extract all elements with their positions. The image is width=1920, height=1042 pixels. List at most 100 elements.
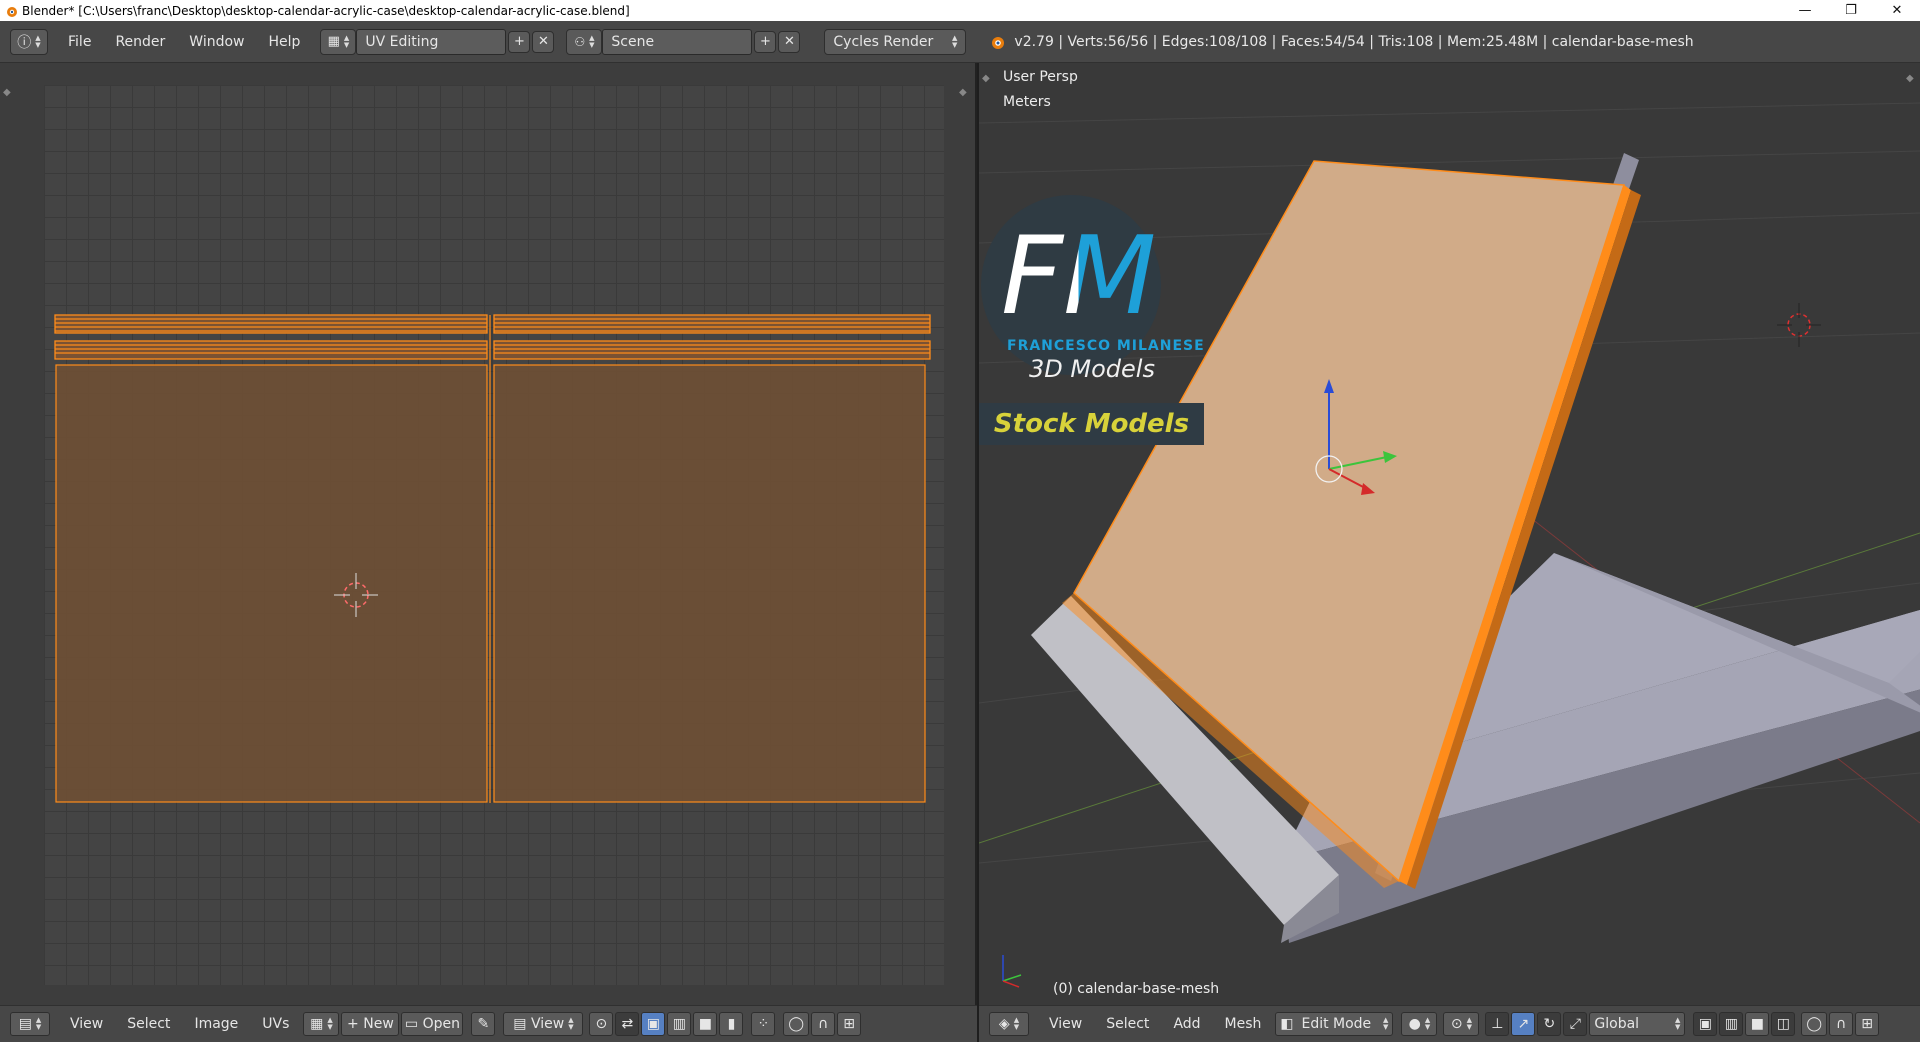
scene-name-field[interactable]: Scene xyxy=(602,28,753,55)
folder-icon: ▭ xyxy=(404,1016,419,1032)
logo-author: FRANCESCO MILANESE xyxy=(1007,338,1205,354)
menu-render[interactable]: Render xyxy=(103,34,177,50)
select-face-button[interactable]: ■ xyxy=(693,1012,718,1036)
uv-menu-image[interactable]: Image xyxy=(182,1016,250,1032)
snap-target-dropdown[interactable]: ⊞ xyxy=(837,1012,862,1036)
image-browse-button[interactable]: ▦ ▲ ▼ xyxy=(303,1012,340,1036)
menu-help[interactable]: Help xyxy=(256,34,312,50)
updown-arrows-icon: ▲ ▼ xyxy=(327,1016,333,1031)
sticky-mode-dropdown[interactable]: ⁘ xyxy=(751,1012,776,1036)
logo-banner-text: Stock Models xyxy=(993,409,1190,439)
uv-menu-view[interactable]: View xyxy=(58,1016,115,1032)
3d-view-header: ◈ ▲ ▼ View Select Add Mesh ◧ Edit Mode ▲ ▼ ● ▲… xyxy=(979,1005,1920,1042)
manipulator-icon: ⊥ xyxy=(1491,1016,1504,1032)
menu-file[interactable]: File xyxy=(56,34,103,50)
scene-stats: v2.79 | Verts:56/56 | Edges:108/108 | Fa… xyxy=(1014,33,1694,50)
uv-menu-uvs[interactable]: UVs xyxy=(250,1016,301,1032)
blender-logo-icon xyxy=(992,36,1005,49)
image-icon: ▦ xyxy=(310,1016,324,1032)
updown-arrows-icon: ▲ ▼ xyxy=(1424,1016,1431,1031)
select-edge-button[interactable]: ▥ xyxy=(667,1012,692,1036)
sync-icon: ⇄ xyxy=(621,1016,634,1032)
maximize-button[interactable]: ❐ xyxy=(1828,0,1874,21)
pivot-point-dropdown[interactable]: ⊙ ▲ ▼ xyxy=(1443,1012,1480,1036)
face-select-mode-button[interactable]: ■ xyxy=(1745,1012,1770,1036)
snap-toggle[interactable]: ∩ xyxy=(811,1012,836,1036)
island-select-icon: ▮ xyxy=(727,1016,736,1032)
render-engine-dropdown[interactable]: Cycles Render ▲ ▼ xyxy=(824,28,967,55)
info-header: ⓘ ▲ ▼ File Render Window Help ▦ ▲ ▼ UV Editi… xyxy=(0,21,1920,63)
sticky-icon: ⁘ xyxy=(757,1016,770,1032)
edge-select-icon: ▥ xyxy=(672,1016,687,1032)
orientation-label: Global xyxy=(1594,1016,1640,1032)
add-scene-button[interactable]: + xyxy=(754,30,777,53)
open-image-label: Open xyxy=(422,1016,460,1032)
select-vertex-button[interactable]: ▣ xyxy=(641,1012,666,1036)
layout-icon: ▦ xyxy=(327,34,340,49)
new-image-button[interactable]: + New xyxy=(341,1012,400,1036)
scene-selector-button[interactable]: ⚇ ▲ ▼ xyxy=(566,28,603,55)
edge-select-mode-button[interactable]: ▥ xyxy=(1719,1012,1744,1036)
minimize-button[interactable]: — xyxy=(1782,0,1828,21)
blender-icon xyxy=(7,6,17,17)
3d-scene xyxy=(979,102,1920,988)
view-icon: ▤ xyxy=(513,1016,527,1032)
updown-arrows-icon: ▲ ▼ xyxy=(1013,1016,1020,1031)
window-title: Blender* [C:\Users\franc\Desktop\desktop… xyxy=(22,3,630,18)
uv-view-mode-dropdown[interactable]: ▤ View ▲ ▼ xyxy=(503,1012,584,1036)
delete-layout-button[interactable]: ✕ xyxy=(532,30,555,53)
uv-image-editor[interactable]: ◆ ◆ xyxy=(0,63,977,1005)
updown-arrows-icon: ▲ ▼ xyxy=(1466,1016,1472,1031)
delete-scene-button[interactable]: ✕ xyxy=(778,30,801,53)
proportional-edit-dropdown[interactable]: ◯ xyxy=(1801,1012,1828,1036)
solid-shading-icon: ● xyxy=(1408,1016,1421,1032)
limit-selection-toggle[interactable]: ◫ xyxy=(1771,1012,1796,1036)
transform-orientation-dropdown[interactable]: Global ▲ ▼ xyxy=(1589,1012,1686,1036)
units-label: Meters xyxy=(1003,94,1051,110)
vertex-select-mode-button[interactable]: ▣ xyxy=(1693,1012,1718,1036)
proportional-edit-dropdown[interactable]: ◯ xyxy=(783,1012,810,1036)
logo-banner: Stock Models xyxy=(979,403,1204,445)
layout-name-field[interactable]: UV Editing xyxy=(356,28,507,55)
3d-menu-view[interactable]: View xyxy=(1037,1016,1094,1032)
logo-subtitle: 3D Models xyxy=(1029,355,1155,383)
x-icon: ✕ xyxy=(537,34,549,49)
editor-type-uv-button[interactable]: ▤ ▲ ▼ xyxy=(10,1012,50,1036)
mode-label: Edit Mode xyxy=(1301,1016,1372,1032)
rotate-manipulator-button[interactable]: ↻ xyxy=(1537,1012,1562,1036)
editor-type-3d-button[interactable]: ◈ ▲ ▼ xyxy=(989,1012,1029,1036)
snap-toggle[interactable]: ∩ xyxy=(1829,1012,1854,1036)
snap-element-dropdown[interactable]: ⊞ xyxy=(1855,1012,1880,1036)
pin-button[interactable]: ✎ xyxy=(471,1012,496,1036)
shading-dropdown[interactable]: ● ▲ ▼ xyxy=(1401,1012,1438,1036)
manipulator-toggle[interactable]: ⊥ xyxy=(1485,1012,1510,1036)
3d-viewport[interactable]: ◆ ◆ FM FRANCESCO MILANESE 3D Models Stoc… xyxy=(979,63,1920,1005)
3d-menu-select[interactable]: Select xyxy=(1094,1016,1161,1032)
add-layout-button[interactable]: + xyxy=(508,30,531,53)
uv-editor-header: ▤ ▲ ▼ View Select Image UVs ▦ ▲ ▼ + New ▭ Op… xyxy=(0,1005,977,1042)
x-icon: ✕ xyxy=(783,34,795,49)
close-button[interactable]: ✕ xyxy=(1874,0,1920,21)
pivot-icon: ⊙ xyxy=(595,1016,608,1032)
layout-selector-button[interactable]: ▦ ▲ ▼ xyxy=(320,28,357,55)
updown-arrows-icon: ▲ ▼ xyxy=(343,33,350,49)
select-island-button[interactable]: ▮ xyxy=(719,1012,744,1036)
uv-layout xyxy=(54,314,931,803)
translate-manipulator-button[interactable]: ↗ xyxy=(1511,1012,1536,1036)
scale-manipulator-button[interactable]: ⤢ xyxy=(1563,1012,1588,1036)
open-image-button[interactable]: ▭ Open xyxy=(401,1012,464,1036)
face-select-icon: ■ xyxy=(698,1016,713,1032)
render-engine-label: Cycles Render xyxy=(833,33,934,50)
uv-menu-select[interactable]: Select xyxy=(115,1016,182,1032)
editor-type-info-button[interactable]: ⓘ ▲ ▼ xyxy=(10,28,48,55)
sync-selection-toggle[interactable]: ⇄ xyxy=(615,1012,640,1036)
menu-window[interactable]: Window xyxy=(177,34,256,50)
updown-arrows-icon: ▲ ▼ xyxy=(1383,1016,1389,1031)
updown-arrows-icon: ▲ ▼ xyxy=(589,33,595,49)
3d-menu-mesh[interactable]: Mesh xyxy=(1213,1016,1274,1032)
pivot-dropdown[interactable]: ⊙ xyxy=(589,1012,614,1036)
scene-name: Scene xyxy=(611,33,655,50)
3d-menu-add[interactable]: Add xyxy=(1161,1016,1212,1032)
interaction-mode-dropdown[interactable]: ◧ Edit Mode ▲ ▼ xyxy=(1275,1012,1394,1036)
layout-name: UV Editing xyxy=(365,33,439,50)
